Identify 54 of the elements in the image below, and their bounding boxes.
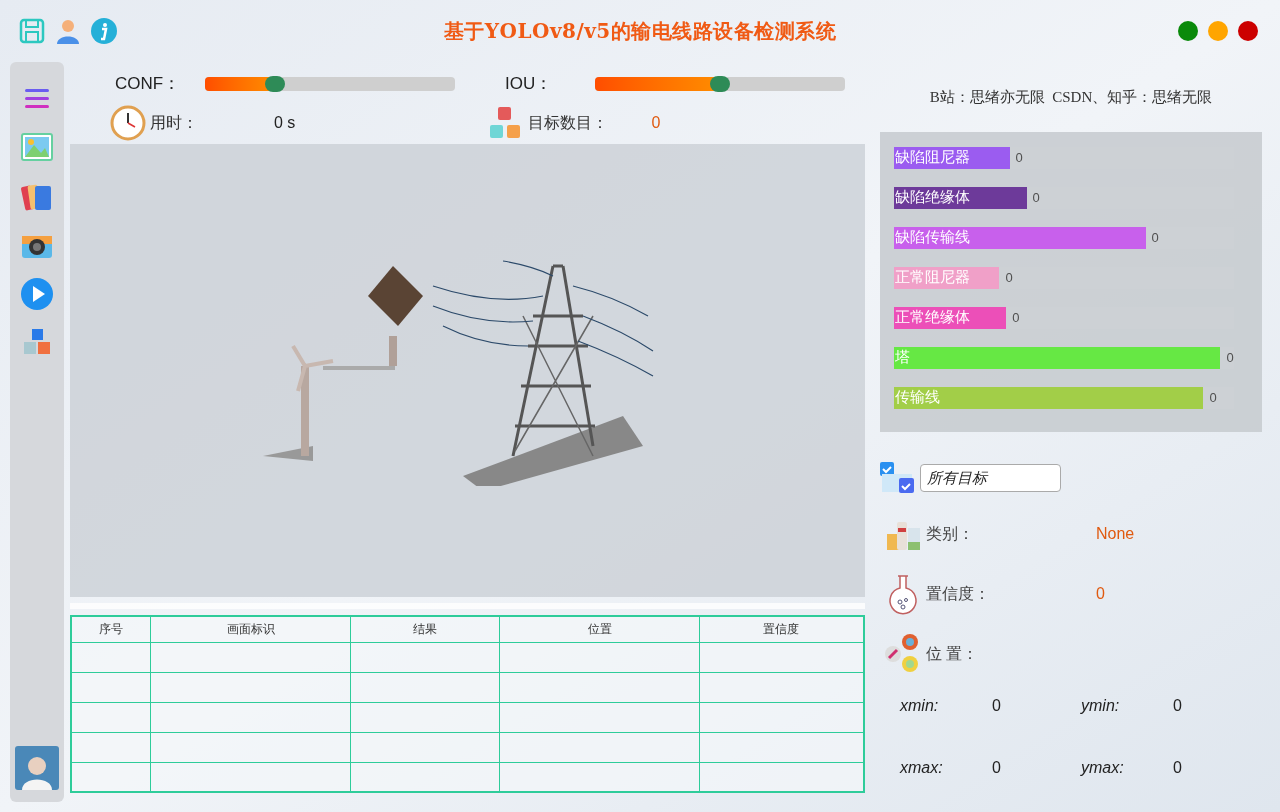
- class-count: 0: [1005, 268, 1013, 287]
- play-icon[interactable]: [19, 276, 55, 312]
- stat-label: 用时：: [150, 113, 199, 133]
- coord-value: 0: [1173, 758, 1182, 778]
- class-name: 正常绝缘体: [894, 307, 970, 329]
- stat-value: 0: [651, 113, 661, 133]
- credit-text: B站：思绪亦无限 CSDN、知乎：思绪无限: [929, 87, 1213, 107]
- minimize-button[interactable]: [1208, 21, 1228, 41]
- class-name: 传输线: [894, 387, 940, 409]
- class-name: 缺陷传输线: [894, 227, 970, 249]
- column-header: 序号: [71, 616, 151, 642]
- slider-label: CONF：: [115, 73, 182, 96]
- class-count: 0: [1151, 228, 1159, 247]
- slider-label: IOU：: [505, 73, 554, 96]
- close-button[interactable]: [1238, 21, 1258, 41]
- maximize-button[interactable]: [1178, 21, 1198, 41]
- coord-label: ymax:: [1081, 758, 1125, 778]
- window-title: 基于YOLOv8/v5的输电线路设备检测系统: [443, 18, 837, 45]
- stat-value: 0 s: [274, 113, 296, 133]
- class-count: 0: [1209, 388, 1217, 407]
- class-name: 塔: [894, 347, 910, 369]
- user-icon[interactable]: [54, 17, 82, 45]
- class-count: 0: [1015, 148, 1023, 167]
- class-count: 0: [1012, 308, 1020, 327]
- target-select-field[interactable]: 所有目标: [920, 464, 1061, 492]
- coord-value: 0: [1173, 696, 1182, 716]
- checkboxes-icon: [880, 462, 916, 494]
- class-name: 正常阻尼器: [894, 267, 970, 289]
- class-count: 0: [1226, 348, 1234, 367]
- coord-value: 0: [992, 696, 1001, 716]
- detail-label: 置信度：: [926, 584, 991, 604]
- detail-value: None: [1096, 524, 1135, 544]
- stat-label: 目标数目：: [527, 113, 609, 133]
- clock-icon: [110, 105, 146, 141]
- column-header: 结果: [350, 616, 500, 642]
- slider-thumb[interactable]: [710, 76, 730, 92]
- coord-value: 0: [992, 758, 1001, 778]
- coord-label: ymin:: [1081, 696, 1121, 716]
- detail-label: 位 置：: [926, 644, 980, 664]
- slider-thumb[interactable]: [265, 76, 285, 92]
- slider[interactable]: [595, 76, 845, 92]
- column-header: 位置: [499, 616, 700, 642]
- coord-label: xmin:: [900, 696, 940, 716]
- save-icon[interactable]: [18, 17, 46, 45]
- info-icon[interactable]: [90, 17, 118, 45]
- coord-label: xmax:: [900, 758, 944, 778]
- class-name: 缺陷绝缘体: [894, 187, 970, 209]
- slider[interactable]: [205, 76, 455, 92]
- detail-value: 0: [1096, 584, 1105, 604]
- column-header: 画面标识: [150, 616, 351, 642]
- class-count: 0: [1032, 188, 1040, 207]
- avatar-placeholder[interactable]: [15, 746, 59, 790]
- detail-label: 类别：: [926, 524, 975, 544]
- class-name: 缺陷阻尼器: [894, 147, 970, 169]
